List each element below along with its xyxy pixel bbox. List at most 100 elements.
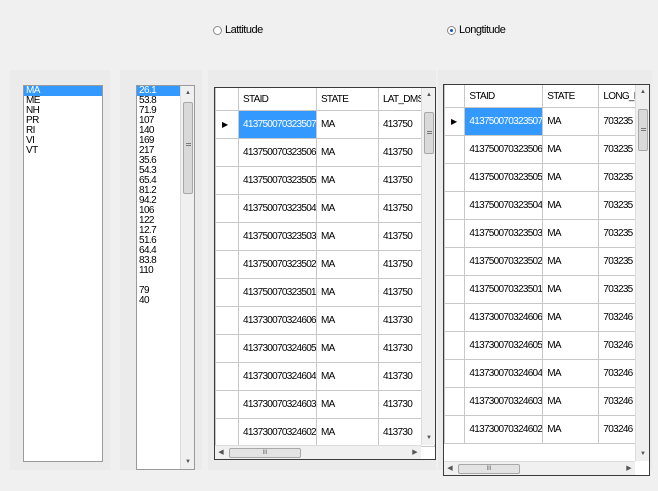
table-row[interactable]: 413750070323503 MA 413750	[215, 222, 435, 251]
table-cell[interactable]: 413750070323507	[238, 110, 317, 139]
column-header[interactable]: STATE	[542, 85, 600, 108]
values-listbox[interactable]: 26.1 53.8 71.9 107 140 169 217 35.6 54.3 65.4 81.2…	[136, 85, 195, 470]
table-row[interactable]: 413750070323506 MA 413750	[215, 138, 435, 167]
row-header[interactable]	[215, 334, 239, 363]
table-row[interactable]: 413750070323502 MA 703235	[444, 247, 649, 276]
scroll-right-arrow-icon[interactable]: ▶	[623, 462, 635, 475]
table-cell[interactable]: 413750070323503	[238, 222, 317, 251]
scroll-right-arrow-icon[interactable]: ▶	[409, 446, 421, 459]
column-header[interactable]: STAID	[464, 85, 544, 108]
scrollbar-thumb[interactable]	[424, 112, 434, 154]
row-header[interactable]	[215, 362, 239, 391]
table-row[interactable]: 413750070323501 MA 413750	[215, 278, 435, 307]
table-cell[interactable]: 413730070324606	[464, 303, 544, 332]
scrollbar-thumb[interactable]	[183, 102, 193, 194]
scroll-up-arrow-icon[interactable]: ▲	[181, 86, 194, 100]
latitude-data-grid[interactable]: STAID STATE LAT_DMS ▶ 413750070323507 MA 4137…	[214, 87, 436, 460]
row-header[interactable]	[215, 306, 239, 335]
table-cell[interactable]: 413750070323502	[464, 247, 544, 276]
table-row[interactable]: 413730070324604 MA 413730	[215, 362, 435, 391]
table-cell[interactable]: MA	[315, 306, 379, 335]
table-row[interactable]: 413730070324602 MA 413730	[215, 418, 435, 447]
scroll-up-arrow-icon[interactable]: ▲	[636, 85, 649, 99]
table-row[interactable]: ▶ 413750070323507 MA 413750	[215, 110, 435, 139]
states-listbox[interactable]: MA ME NH PR RI VI VT	[23, 85, 103, 462]
scroll-up-arrow-icon[interactable]: ▲	[422, 88, 435, 102]
latitude-radio[interactable]: Lattitude	[213, 24, 263, 36]
table-cell[interactable]: 413730070324602	[464, 415, 544, 444]
scrollbar-thumb[interactable]	[638, 109, 648, 151]
table-cell[interactable]: MA	[315, 390, 379, 419]
table-cell[interactable]: 413750070323501	[464, 275, 544, 304]
scrollbar-thumb[interactable]: III	[458, 464, 520, 474]
row-header[interactable]	[215, 278, 239, 307]
row-header[interactable]	[215, 250, 239, 279]
table-cell[interactable]: 413730070324603	[238, 390, 317, 419]
longitude-radio-circle[interactable]	[447, 25, 456, 35]
table-cell[interactable]: MA	[315, 362, 379, 391]
table-cell[interactable]: 413750070323501	[238, 278, 317, 307]
table-cell[interactable]: 413730070324604	[238, 362, 317, 391]
table-cell[interactable]: MA	[315, 222, 379, 251]
row-header[interactable]	[444, 191, 466, 220]
table-row[interactable]: 413730070324603 MA 703246	[444, 387, 649, 416]
list-item[interactable]: VT	[24, 146, 102, 156]
table-row[interactable]: 413750070323501 MA 703235	[444, 275, 649, 304]
table-cell[interactable]: MA	[315, 278, 379, 307]
table-row[interactable]: 413750070323505 MA 703235	[444, 163, 649, 192]
row-header[interactable]	[215, 138, 239, 167]
table-row[interactable]: 413750070323504 MA 413750	[215, 194, 435, 223]
values-vertical-scrollbar[interactable]: ▲ ▼	[180, 86, 194, 469]
table-cell[interactable]: 413730070324606	[238, 306, 317, 335]
table-row[interactable]: 413730070324606 MA 703246	[444, 303, 649, 332]
scroll-down-arrow-icon[interactable]: ▼	[422, 431, 435, 445]
latitude-radio-circle[interactable]	[213, 25, 222, 35]
table-cell[interactable]: 413750070323506	[464, 135, 544, 164]
scroll-down-arrow-icon[interactable]: ▼	[636, 447, 649, 461]
table-cell[interactable]: 413730070324604	[464, 359, 544, 388]
row-header[interactable]	[215, 390, 239, 419]
table-row[interactable]: 413730070324602 MA 703246	[444, 415, 649, 444]
lat-vertical-scrollbar[interactable]: ▲ ▼	[421, 88, 435, 445]
table-row[interactable]: ▶ 413750070323507 MA 703235	[444, 107, 649, 136]
table-cell[interactable]: 413750070323506	[238, 138, 317, 167]
row-header[interactable]	[444, 163, 466, 192]
row-header[interactable]	[444, 359, 466, 388]
row-header[interactable]	[444, 247, 466, 276]
table-cell[interactable]: MA	[542, 359, 600, 388]
table-cell[interactable]: MA	[315, 194, 379, 223]
longitude-data-grid[interactable]: STAID STATE LONG_DN ▶ 413750070323507 MA 7032…	[443, 84, 650, 476]
table-cell[interactable]: MA	[542, 191, 600, 220]
row-header[interactable]	[444, 135, 466, 164]
column-header[interactable]: STAID	[238, 88, 317, 111]
table-row[interactable]: 413750070323503 MA 703235	[444, 219, 649, 248]
list-item[interactable]: RI	[24, 126, 102, 136]
table-cell[interactable]: MA	[542, 107, 600, 136]
row-header[interactable]	[444, 415, 466, 444]
table-cell[interactable]: MA	[542, 387, 600, 416]
table-row[interactable]: 413730070324605 MA 703246	[444, 331, 649, 360]
table-cell[interactable]: MA	[542, 247, 600, 276]
row-header[interactable]	[215, 194, 239, 223]
scroll-left-arrow-icon[interactable]: ◀	[215, 446, 227, 459]
row-header[interactable]	[215, 222, 239, 251]
table-cell[interactable]: MA	[542, 303, 600, 332]
table-cell[interactable]: MA	[542, 331, 600, 360]
row-header[interactable]	[215, 418, 239, 447]
table-cell[interactable]: 413750070323505	[238, 166, 317, 195]
longitude-radio[interactable]: Longtitude	[447, 24, 506, 36]
row-header[interactable]	[444, 219, 466, 248]
table-cell[interactable]: MA	[315, 250, 379, 279]
table-cell[interactable]: 413750070323505	[464, 163, 544, 192]
list-item[interactable]: PR	[24, 116, 102, 126]
table-row[interactable]: 413730070324603 MA 413730	[215, 390, 435, 419]
row-header[interactable]	[444, 303, 466, 332]
table-cell[interactable]: MA	[315, 334, 379, 363]
table-row[interactable]: 413750070323506 MA 703235	[444, 135, 649, 164]
row-header[interactable]	[444, 387, 466, 416]
row-header[interactable]	[444, 331, 466, 360]
lat-horizontal-scrollbar[interactable]: ◀ III ▶	[215, 445, 421, 459]
table-cell[interactable]: 413750070323503	[464, 219, 544, 248]
long-horizontal-scrollbar[interactable]: ◀ III ▶	[444, 461, 635, 475]
table-cell[interactable]: MA	[542, 275, 600, 304]
